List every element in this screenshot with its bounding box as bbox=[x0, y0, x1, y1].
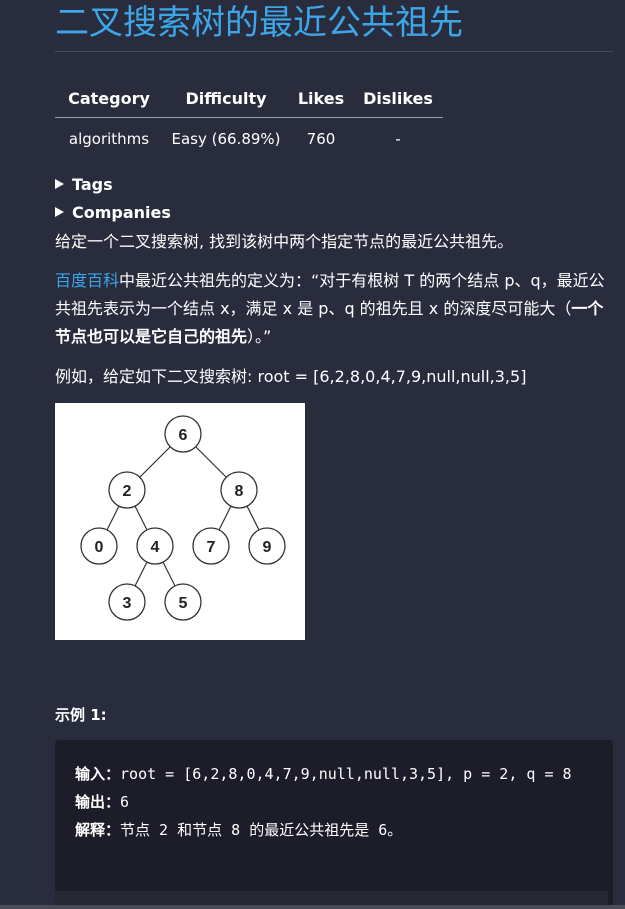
tree-node-label: 4 bbox=[151, 539, 160, 556]
definition-end-text: ）。” bbox=[247, 327, 272, 346]
explanation-value: 节点 2 和节点 8 的最近公共祖先是 6。 bbox=[120, 821, 403, 839]
tree-node-label: 2 bbox=[123, 483, 132, 500]
explanation-label: 解释： bbox=[75, 821, 121, 839]
input-value: root = [6,2,8,0,4,7,9,null,null,3,5], p … bbox=[120, 765, 572, 783]
cell-difficulty: Easy (66.89%) bbox=[171, 130, 281, 148]
input-label: 输入： bbox=[75, 765, 121, 783]
definition-text: 中最近公共祖先的定义为：“对于有根树 T 的两个结点 p、q，最近公共祖先表示为… bbox=[55, 271, 605, 318]
table-header-row: Category Difficulty Likes Dislikes bbox=[55, 80, 443, 118]
tags-label: Tags bbox=[72, 175, 113, 194]
tree-node-label: 5 bbox=[179, 595, 188, 612]
bst-diagram-image: 6 2 8 0 4 7 9 3 5 bbox=[55, 403, 305, 640]
horizontal-scrollbar[interactable] bbox=[0, 905, 625, 909]
tree-node-label: 9 bbox=[263, 539, 272, 556]
tree-node-label: 8 bbox=[235, 483, 244, 500]
companies-label: Companies bbox=[72, 203, 171, 222]
header-likes: Likes bbox=[289, 80, 353, 118]
description-paragraph-2: 百度百科中最近公共祖先的定义为：“对于有根树 T 的两个结点 p、q，最近公共祖… bbox=[55, 267, 615, 351]
example-1-code-block: 输入：root = [6,2,8,0,4,7,9,null,null,3,5],… bbox=[55, 740, 613, 909]
tree-node-label: 7 bbox=[207, 539, 216, 556]
companies-toggle[interactable]: Companies bbox=[55, 202, 171, 224]
example-output-line: 输出：6 bbox=[75, 788, 593, 816]
baidu-baike-link[interactable]: 百度百科 bbox=[55, 271, 119, 290]
cell-likes: 760 bbox=[306, 130, 336, 148]
page-title: 二叉搜索树的最近公共祖先 bbox=[55, 3, 463, 43]
output-label: 输出： bbox=[75, 793, 121, 811]
header-category: Category bbox=[55, 80, 163, 118]
cell-dislikes: - bbox=[395, 130, 401, 148]
description-paragraph-1: 给定一个二叉搜索树, 找到该树中两个指定节点的最近公共祖先。 bbox=[55, 232, 514, 251]
tree-node-label: 3 bbox=[123, 595, 132, 612]
problem-meta-table: Category Difficulty Likes Dislikes algor… bbox=[55, 80, 443, 160]
cell-category: algorithms bbox=[68, 130, 150, 148]
example-explanation-line: 解释：节点 2 和节点 8 的最近公共祖先是 6。 bbox=[75, 816, 593, 844]
tags-toggle[interactable]: Tags bbox=[55, 174, 113, 196]
example-input-line: 输入：root = [6,2,8,0,4,7,9,null,null,3,5],… bbox=[75, 760, 593, 788]
example-1-heading: 示例 1: bbox=[55, 706, 107, 724]
triangle-right-icon bbox=[55, 179, 64, 189]
bst-diagram: 6 2 8 0 4 7 9 3 5 bbox=[80, 415, 286, 621]
header-difficulty: Difficulty bbox=[163, 80, 289, 118]
title-divider bbox=[55, 51, 613, 52]
table-row: algorithms Easy (66.89%) 760 - bbox=[55, 118, 443, 161]
triangle-right-icon bbox=[55, 207, 64, 217]
tree-node-label: 6 bbox=[179, 427, 188, 444]
description-paragraph-3: 例如，给定如下二叉搜索树: root = [6,2,8,0,4,7,9,null… bbox=[55, 367, 527, 386]
tree-node-label: 0 bbox=[95, 539, 104, 556]
output-value: 6 bbox=[120, 793, 130, 811]
header-dislikes: Dislikes bbox=[353, 80, 443, 118]
